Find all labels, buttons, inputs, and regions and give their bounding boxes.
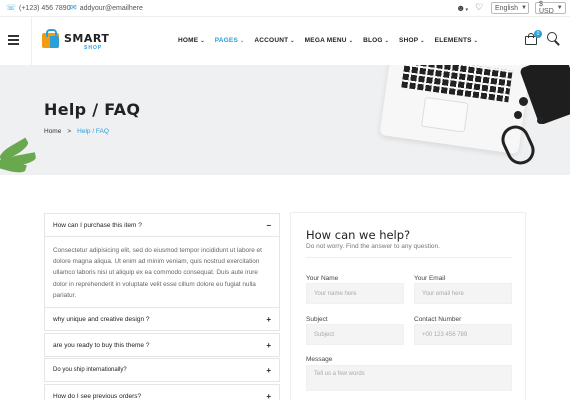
shopping-bag-logo-icon [42,29,59,48]
plant-image [0,135,50,175]
faq-question[interactable]: How do I see previous orders? + [45,385,279,400]
cart-count-badge: 0 [534,30,542,38]
chevron-down-icon: ⌄ [239,37,245,44]
faq-question-text: How do I see previous orders? [53,392,142,400]
contact-number-label: Contact Number [414,316,462,323]
breadcrumb-separator-icon: > [67,128,72,135]
header-divider [31,17,32,65]
faq-item: How can I purchase this item ? − Consect… [44,213,280,309]
top-bar: ☏ (+123) 456 7890 ✉ addyour@emailhere ☻▾… [0,0,570,17]
nav-mega-menu[interactable]: MEGA MENU ⌄ [305,37,353,44]
cart-icon[interactable]: 0 [525,30,542,45]
form-title: How can we help? [306,228,411,242]
message-label: Message [306,356,333,363]
chevron-down-icon: ⌄ [348,37,354,44]
heart-icon[interactable]: ♡ [475,2,483,13]
email-input[interactable]: Your email here [414,283,512,304]
faq-item: why unique and creative design ? + [44,307,280,331]
faq-question[interactable]: How can I purchase this item ? − [45,214,279,236]
chevron-down-icon: ▼ [520,5,527,11]
language-value: English [495,4,518,12]
subject-label: Subject [306,316,328,323]
nav-label: ELEMENTS [434,37,472,44]
breadcrumb: Home > Help / FAQ [44,128,109,135]
expand-icon[interactable]: + [266,315,271,324]
page-hero: Help / FAQ Home > Help / FAQ [0,65,570,175]
site-logo[interactable]: SMART SHOP [42,29,112,53]
search-icon[interactable] [547,32,561,46]
nav-account[interactable]: ACCOUNT ⌄ [254,37,294,44]
contact-form-card: How can we help? Do not worry. Find the … [290,212,526,400]
language-select[interactable]: English ▼ [491,2,529,14]
currency-select[interactable]: $ USD ▼ [535,1,566,15]
breadcrumb-current: Help / FAQ [77,128,109,135]
currency-value: $ USD [539,1,554,15]
faq-answer: Consectetur adipisicing elit, sed do eiu… [45,236,279,307]
nav-label: ACCOUNT [254,37,289,44]
laptop-keyboard [401,65,513,103]
message-textarea[interactable]: Tell us a few words [306,365,512,391]
chevron-down-icon: ⌄ [384,37,390,44]
laptop-touchpad [420,96,469,133]
name-label: Your Name [306,275,339,282]
phone-info: ☏ (+123) 456 7890 [6,4,71,12]
phone-icon: ☏ [6,3,17,12]
faq-item: are you ready to buy this theme ? + [44,333,280,357]
email-info: ✉ addyour@emailhere [70,4,143,12]
faq-item: How do I see previous orders? + [44,384,280,400]
faq-question[interactable]: are you ready to buy this theme ? + [45,334,279,356]
nav-label: BLOG [363,37,383,44]
main-nav: HOME ⌄ PAGES ⌄ ACCOUNT ⌄ MEGA MENU ⌄ BLOG ⌄ S… [178,37,478,44]
email-text: addyour@emailhere [79,4,143,12]
nav-blog[interactable]: BLOG ⌄ [363,37,389,44]
contact-number-input[interactable]: +00 123 456 789 [414,324,512,345]
expand-icon[interactable]: + [266,392,271,400]
faq-question[interactable]: why unique and creative design ? + [45,308,279,330]
collapse-icon[interactable]: − [266,221,271,230]
chevron-down-icon: ⌄ [473,37,479,44]
chevron-down-icon: ⌄ [420,37,425,44]
nav-label: HOME [178,37,199,44]
chevron-down-icon: ⌄ [290,37,295,44]
nav-elements[interactable]: ELEMENTS ⌄ [435,37,478,44]
nav-pages[interactable]: PAGES ⌄ [215,37,245,44]
nav-label: SHOP [399,37,419,44]
faq-item: Do you ship internationally? + [44,358,280,382]
chevron-down-icon: ▼ [556,5,563,11]
subject-input[interactable]: Subject [306,324,404,345]
phone-text: (+123) 456 7890 [19,4,71,12]
nav-shop[interactable]: SHOP ⌄ [399,37,425,44]
search-handle [554,40,560,46]
decor-dot [514,111,522,119]
faq-question-text: How can I purchase this item ? [53,221,142,229]
faq-question[interactable]: Do you ship internationally? + [45,359,279,381]
user-icon[interactable]: ☻▾ [456,3,468,13]
envelope-icon: ✉ [70,3,77,12]
logo-sub-text: SHOP [84,45,103,51]
nav-label: PAGES [214,37,238,44]
decor-dot [519,97,528,106]
nav-label: MEGA MENU [304,37,347,44]
email-label: Your Email [414,275,446,282]
form-divider [306,257,512,258]
chevron-down-icon: ⌄ [200,37,205,44]
faq-question-text: are you ready to buy this theme ? [53,341,150,349]
name-input[interactable]: Your name here [306,283,404,304]
phone-image [519,65,570,126]
logo-main-text: SMART [64,32,110,45]
expand-icon[interactable]: + [266,366,271,375]
nav-home[interactable]: HOME ⌄ [178,37,205,44]
breadcrumb-home[interactable]: Home [44,128,61,135]
hamburger-menu-icon[interactable] [8,35,19,45]
faq-question-text: why unique and creative design ? [53,315,150,323]
faq-question-text: Do you ship internationally? [53,367,127,373]
page-title: Help / FAQ [44,100,141,119]
main-header: SMART SHOP HOME ⌄ PAGES ⌄ ACCOUNT ⌄ MEGA ME… [0,17,570,65]
decor-dot [537,117,544,124]
expand-icon[interactable]: + [266,341,271,350]
form-subtitle: Do not worry. Find the answer to any que… [306,243,440,250]
